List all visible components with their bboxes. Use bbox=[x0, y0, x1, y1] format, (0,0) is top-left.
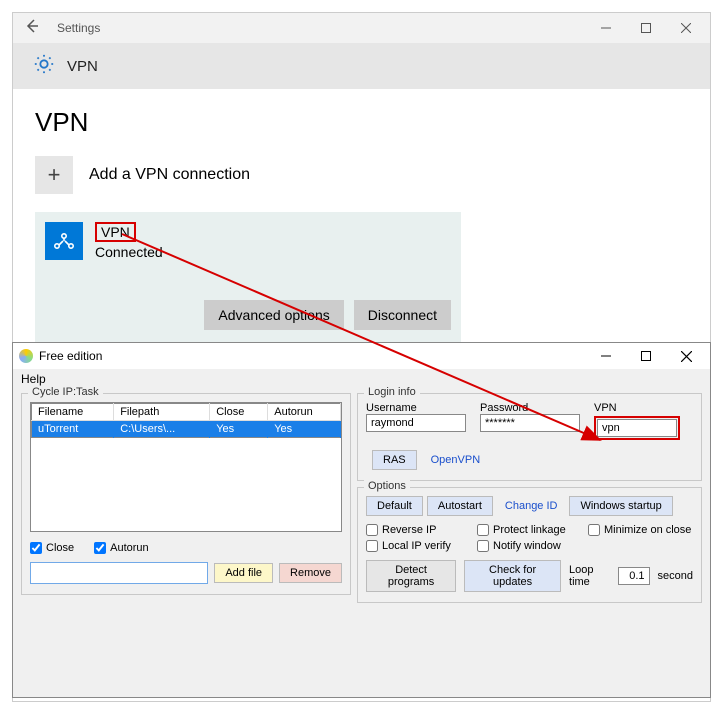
vpn-label: VPN bbox=[594, 402, 680, 414]
password-label: Password bbox=[480, 402, 580, 414]
local-ip-verify-checkbox[interactable]: Local IP verify bbox=[366, 540, 471, 552]
th-close[interactable]: Close bbox=[210, 404, 268, 421]
options-group: Options Default Autostart Change ID Wind… bbox=[357, 487, 702, 603]
vpn-network-icon bbox=[45, 222, 83, 260]
remove-button[interactable]: Remove bbox=[279, 563, 342, 583]
notify-window-checkbox[interactable]: Notify window bbox=[477, 540, 582, 552]
maximize-button[interactable] bbox=[626, 14, 666, 42]
add-file-button[interactable]: Add file bbox=[214, 563, 273, 583]
th-filepath[interactable]: Filepath bbox=[114, 404, 210, 421]
check-updates-button[interactable]: Check for updates bbox=[464, 560, 561, 592]
free-edition-window: Free edition Help Cycle IP:Task Filename… bbox=[12, 342, 711, 698]
menubar: Help bbox=[13, 369, 710, 389]
close-button[interactable] bbox=[666, 14, 706, 42]
settings-header: VPN bbox=[13, 43, 710, 89]
file-path-input[interactable] bbox=[30, 562, 208, 584]
password-input[interactable] bbox=[480, 414, 580, 432]
username-label: Username bbox=[366, 402, 466, 414]
disconnect-button[interactable]: Disconnect bbox=[354, 300, 451, 330]
options-group-label: Options bbox=[364, 480, 410, 492]
minimize-button[interactable] bbox=[586, 14, 626, 42]
add-vpn-label: Add a VPN connection bbox=[89, 166, 250, 184]
cycle-group-label: Cycle IP:Task bbox=[28, 386, 103, 398]
back-button[interactable] bbox=[17, 18, 47, 39]
vpn-name: VPN bbox=[101, 224, 130, 240]
cycle-ip-group: Cycle IP:Task Filename Filepath Close Au… bbox=[21, 393, 351, 595]
protect-linkage-checkbox[interactable]: Protect linkage bbox=[477, 524, 582, 536]
app-minimize-button[interactable] bbox=[586, 342, 626, 370]
ras-button[interactable]: RAS bbox=[372, 450, 417, 470]
loop-time-input[interactable] bbox=[618, 567, 650, 585]
menu-help[interactable]: Help bbox=[21, 372, 46, 386]
plus-icon: + bbox=[35, 156, 73, 194]
app-window-title: Free edition bbox=[39, 349, 586, 363]
app-titlebar: Free edition bbox=[13, 343, 710, 369]
back-arrow-icon bbox=[24, 18, 40, 34]
settings-titlebar: Settings bbox=[13, 13, 710, 43]
openvpn-button[interactable]: OpenVPN bbox=[431, 450, 481, 470]
reverse-ip-checkbox[interactable]: Reverse IP bbox=[366, 524, 471, 536]
app-icon bbox=[19, 349, 33, 363]
detect-programs-button[interactable]: Detect programs bbox=[366, 560, 456, 592]
autostart-button[interactable]: Autostart bbox=[427, 496, 493, 516]
close-checkbox[interactable]: Close bbox=[30, 542, 74, 554]
app-close-button[interactable] bbox=[666, 342, 706, 370]
table-header-row: Filename Filepath Close Autorun bbox=[32, 404, 341, 421]
table-row[interactable]: uTorrent C:\Users\... Yes Yes bbox=[32, 421, 341, 438]
change-id-button[interactable]: Change ID bbox=[497, 496, 566, 516]
login-group-label: Login info bbox=[364, 386, 420, 398]
autorun-checkbox[interactable]: Autorun bbox=[94, 542, 149, 554]
window-title: Settings bbox=[57, 21, 586, 35]
gear-icon bbox=[33, 53, 55, 80]
add-vpn-row[interactable]: + Add a VPN connection bbox=[35, 156, 688, 194]
th-filename[interactable]: Filename bbox=[32, 404, 114, 421]
task-table[interactable]: Filename Filepath Close Autorun uTorrent… bbox=[30, 402, 342, 532]
vpn-name-highlight: VPN bbox=[95, 222, 136, 242]
default-button[interactable]: Default bbox=[366, 496, 423, 516]
username-input[interactable] bbox=[366, 414, 466, 432]
vpn-status: Connected bbox=[95, 244, 163, 260]
vpn-connection-card[interactable]: VPN Connected Advanced options Disconnec… bbox=[35, 212, 461, 342]
login-info-group: Login info Username Password VPN bbox=[357, 393, 702, 481]
vpn-input[interactable] bbox=[597, 419, 677, 437]
header-label: VPN bbox=[67, 58, 98, 75]
vpn-field-highlight bbox=[594, 416, 680, 440]
minimize-on-close-checkbox[interactable]: Minimize on close bbox=[588, 524, 693, 536]
page-title: VPN bbox=[35, 107, 688, 138]
windows-startup-button[interactable]: Windows startup bbox=[569, 496, 672, 516]
loop-time-label: Loop time bbox=[569, 564, 610, 588]
th-autorun[interactable]: Autorun bbox=[268, 404, 341, 421]
loop-time-unit: second bbox=[658, 570, 693, 582]
advanced-options-button[interactable]: Advanced options bbox=[204, 300, 343, 330]
app-maximize-button[interactable] bbox=[626, 342, 666, 370]
